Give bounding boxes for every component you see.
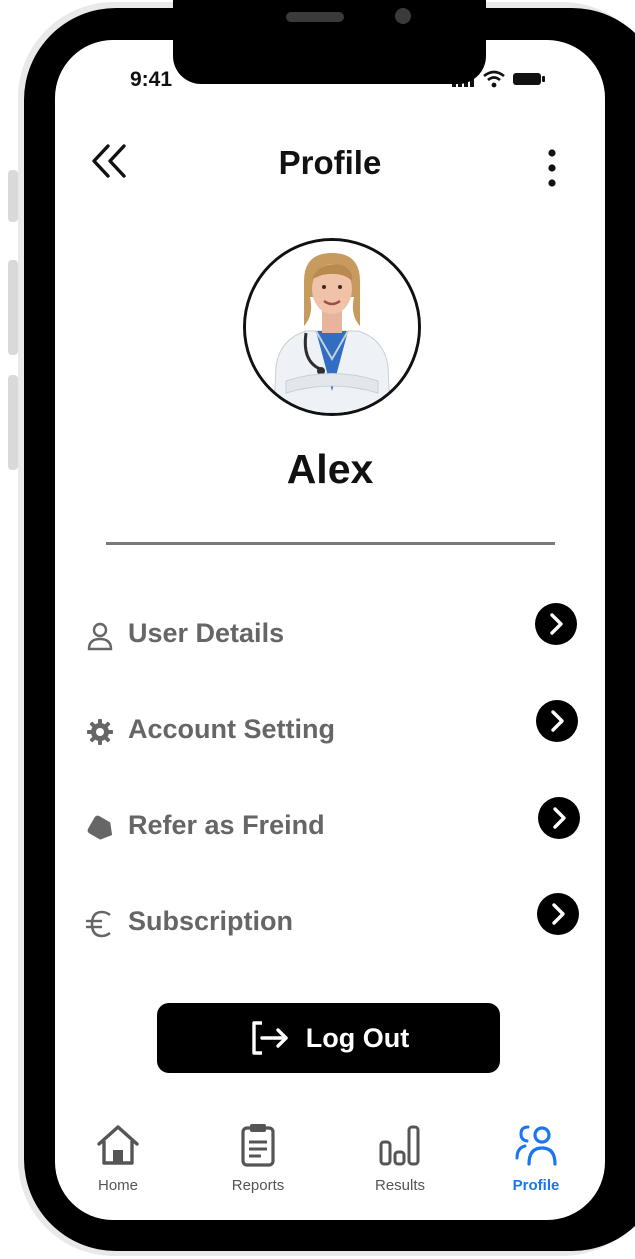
avatar[interactable] xyxy=(243,238,421,416)
menu-item-label: Refer as Freind xyxy=(128,810,325,840)
menu-item-label: Account Setting xyxy=(128,714,335,744)
chevron-right-icon[interactable] xyxy=(537,893,579,935)
page-title: Profile xyxy=(278,144,382,181)
speaker-grille xyxy=(286,12,344,22)
nav-item-reports[interactable]: Reports xyxy=(198,1122,318,1194)
bar-chart-icon xyxy=(379,1125,420,1166)
user-icon xyxy=(87,622,113,651)
chevron-right-icon[interactable] xyxy=(538,797,580,839)
vertical-dots-icon[interactable] xyxy=(545,148,559,195)
status-time: 9:41 xyxy=(130,68,173,91)
menu-item-label: User Details xyxy=(128,618,285,648)
wifi-icon xyxy=(483,70,505,88)
home-icon xyxy=(97,1125,139,1165)
user-name: Alex xyxy=(286,446,374,492)
nav-label: Profile xyxy=(512,1177,560,1194)
chevron-right-icon[interactable] xyxy=(536,700,578,742)
chevron-right-icon[interactable] xyxy=(535,603,577,645)
front-camera xyxy=(395,8,411,24)
nav-item-home[interactable]: Home xyxy=(58,1122,178,1194)
logout-label: Log Out xyxy=(305,1022,410,1053)
menu-item-subscription[interactable]: Subscription xyxy=(84,898,584,948)
user-group-icon xyxy=(515,1125,557,1166)
menu-item-account-setting[interactable]: Account Setting xyxy=(84,706,584,756)
menu-item-label: Subscription xyxy=(128,906,294,936)
logout-icon xyxy=(252,1021,288,1055)
menu-item-user-details[interactable]: User Details xyxy=(84,610,584,660)
nav-label: Home xyxy=(97,1177,138,1194)
euro-icon xyxy=(86,910,111,938)
notch xyxy=(173,0,486,84)
side-button-volume-up xyxy=(8,260,18,355)
nav-item-results[interactable]: Results xyxy=(340,1122,460,1194)
nav-label: Results xyxy=(374,1177,426,1194)
doctor-avatar-image xyxy=(246,241,418,413)
gear-icon xyxy=(87,719,113,745)
clipboard-icon xyxy=(241,1124,275,1167)
nav-item-profile[interactable]: Profile xyxy=(476,1122,596,1194)
nav-label: Reports xyxy=(231,1177,285,1194)
divider xyxy=(106,542,555,545)
menu-item-refer-friend[interactable]: Refer as Freind xyxy=(84,802,584,852)
logout-button[interactable]: Log Out xyxy=(157,1003,500,1073)
tag-icon xyxy=(87,815,113,840)
battery-icon xyxy=(513,73,545,85)
